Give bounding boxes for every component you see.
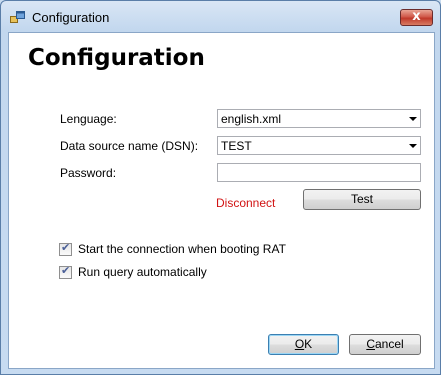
cancel-button[interactable]: Cancel (349, 334, 421, 355)
ok-button[interactable]: OK (268, 334, 339, 355)
chevron-down-icon (409, 144, 417, 148)
ok-label-rest: K (304, 337, 313, 351)
title-bar[interactable]: Configuration x (1, 1, 440, 33)
run-query-checkbox[interactable]: ✔ (59, 264, 72, 279)
close-icon: x (412, 9, 421, 24)
cancel-mnemonic: C (366, 337, 375, 351)
ok-mnemonic: O (294, 337, 305, 351)
dsn-select[interactable]: TEST (217, 136, 421, 155)
chevron-down-icon (409, 117, 417, 121)
close-button[interactable]: x (400, 9, 433, 26)
cancel-label-rest: ancel (374, 337, 404, 351)
connection-status: Disconnect (216, 196, 276, 210)
password-field[interactable] (217, 163, 421, 182)
dsn-select-value: TEST (221, 139, 252, 153)
checkmark-icon: ✔ (61, 241, 71, 254)
configuration-window: Configuration x Configuration Lenguage: … (0, 0, 441, 375)
app-window-icon (10, 11, 25, 23)
window-title: Configuration (32, 10, 110, 25)
start-on-boot-checkbox[interactable]: ✔ (59, 241, 72, 256)
test-button[interactable]: Test (303, 189, 421, 210)
start-on-boot-label: Start the connection when booting RAT (78, 242, 286, 256)
password-label: Password: (60, 166, 117, 180)
run-query-label: Run query automatically (78, 265, 207, 279)
language-label: Lenguage: (60, 112, 117, 126)
checkmark-icon: ✔ (61, 264, 71, 277)
dsn-label: Data source name (DSN): (60, 139, 199, 153)
dialog-body: Configuration Lenguage: english.xml Data… (8, 32, 435, 369)
page-title: Configuration (28, 45, 205, 71)
language-select[interactable]: english.xml (217, 109, 421, 128)
language-select-value: english.xml (221, 112, 282, 126)
